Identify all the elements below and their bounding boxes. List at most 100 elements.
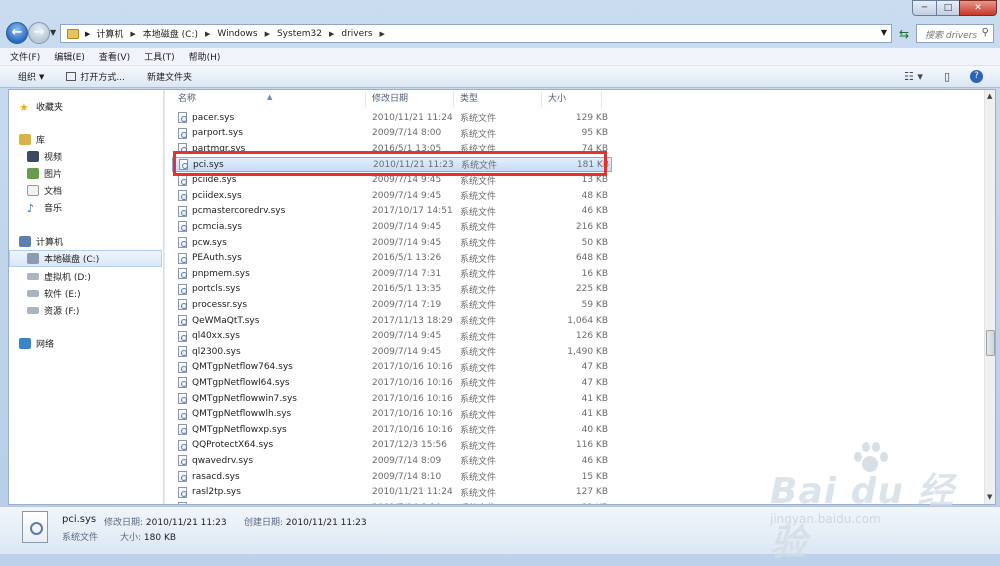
forward-button[interactable]: → (28, 22, 50, 44)
file-type: 系统文件 (460, 363, 497, 374)
chevron-right-icon[interactable]: ▶ (329, 30, 334, 38)
nav-network[interactable]: 网络 (19, 335, 54, 352)
column-size[interactable]: 大小 (542, 92, 602, 108)
file-size: 648 KB (575, 253, 608, 264)
nav-documents[interactable]: 文档 (27, 182, 62, 199)
view-options-icon[interactable]: ☷ ▾ (904, 70, 923, 83)
address-bar[interactable]: ▶ 计算机 ▶ 本地磁盘 (C:) ▶ Windows ▶ System32 ▶ drivers… (60, 24, 892, 43)
address-dropdown-icon[interactable]: ▼ (881, 28, 887, 37)
system-file-icon (178, 174, 187, 186)
nav-local-disk[interactable]: 本地磁盘 (C:) (9, 250, 162, 267)
nav-computer[interactable]: 计算机 (19, 233, 63, 250)
system-file-icon (178, 252, 187, 264)
file-row[interactable]: rasacd.sys 2009/7/14 8:10 系统文件 15 KB (172, 469, 612, 485)
chevron-right-icon[interactable]: ▶ (205, 30, 210, 38)
breadcrumb-item[interactable]: 计算机 (96, 27, 123, 40)
file-size: 59 KB (581, 299, 608, 310)
menu-item[interactable]: 帮助(H) (189, 50, 221, 63)
back-button[interactable]: ← (6, 22, 28, 44)
close-button[interactable]: ✕ (959, 0, 997, 16)
chevron-right-icon[interactable]: ▶ (380, 30, 385, 38)
open-with-button[interactable]: 打开方式... (66, 70, 125, 83)
nav-resources-drive[interactable]: 资源 (F:) (27, 302, 79, 319)
nav-software-drive[interactable]: 软件 (E:) (27, 285, 81, 302)
help-icon[interactable]: ? (970, 70, 983, 83)
scroll-down-icon[interactable]: ▼ (987, 493, 992, 501)
drive-icon (27, 307, 39, 314)
drive-icon (27, 273, 39, 280)
file-row[interactable]: raspppoe.sys 2009/7/14 8:10系统文件91 KB (172, 500, 612, 504)
file-row[interactable]: QMTgpNetflowl64.sys 2017/10/16 10:16 系统文件 4… (172, 375, 612, 391)
file-row[interactable]: pcmcia.sys 2009/7/14 9:45 系统文件 216 KB (172, 219, 612, 235)
file-row[interactable]: pacer.sys 2010/11/21 11:24 系统文件 129 KB (172, 110, 612, 126)
nav-video[interactable]: 视频 (27, 148, 62, 165)
breadcrumb-item[interactable]: System32 (277, 29, 322, 39)
file-row[interactable]: rasl2tp.sys 2010/11/21 11:24 系统文件 127 KB (172, 484, 612, 500)
breadcrumb-item[interactable]: Windows (217, 29, 257, 39)
chevron-right-icon[interactable]: ▶ (265, 30, 270, 38)
search-input[interactable]: 搜索 drivers ⚲ (916, 24, 994, 43)
organize-button[interactable]: 组织 ▼ (18, 70, 44, 84)
minimize-button[interactable]: ─ (912, 0, 937, 16)
menu-item[interactable]: 工具(T) (144, 50, 175, 63)
file-date: 2017/10/17 14:51 (372, 206, 453, 217)
file-size: 216 KB (575, 221, 608, 232)
file-row[interactable]: qwavedrv.sys 2009/7/14 8:09 系统文件 46 KB (172, 453, 612, 469)
history-dropdown-icon[interactable]: ▼ (50, 28, 56, 37)
menu-item[interactable]: 编辑(E) (54, 50, 85, 63)
chevron-right-icon[interactable]: ▶ (130, 30, 135, 38)
file-row[interactable]: ql2300.sys 2009/7/14 9:45 系统文件 1,490 KB (172, 344, 612, 360)
file-name: pnpmem.sys (192, 268, 250, 279)
file-name-cell: rasl2tp.sys (172, 486, 372, 498)
menu-item[interactable]: 查看(V) (99, 50, 130, 63)
nav-pictures[interactable]: 图片 (27, 165, 62, 182)
file-row[interactable]: pcw.sys 2009/7/14 9:45 系统文件 50 KB (172, 235, 612, 251)
column-name[interactable]: ▲ 名称 (172, 92, 366, 108)
file-row[interactable]: parport.sys 2009/7/14 8:00 系统文件 95 KB (172, 126, 612, 142)
nav-music[interactable]: ♪ 音乐 (27, 199, 62, 216)
vertical-scrollbar[interactable]: ▲ ▼ (984, 90, 995, 504)
nav-label: 虚拟机 (D:) (44, 273, 91, 283)
file-row[interactable]: processr.sys 2009/7/14 7:19 系统文件 59 KB (172, 297, 612, 313)
file-row[interactable]: QMTgpNetflow764.sys 2017/10/16 10:16 系统文件 4… (172, 360, 612, 376)
pane-splitter[interactable] (164, 90, 165, 504)
file-size: 46 KB (581, 455, 608, 466)
file-type: 系统文件 (460, 207, 497, 218)
maximize-button[interactable]: □ (936, 0, 960, 16)
navigation-pane: ★ 收藏夹 库 视频 图片 文档 ♪ 音乐 计算机 本地磁盘 (C:) 虚拟机 (D… (9, 90, 164, 504)
file-row[interactable]: QMTgpNetflowwlh.sys 2017/10/16 10:16 系统文件 4… (172, 406, 612, 422)
file-name-cell: parport.sys (172, 127, 372, 139)
nav-library[interactable]: 库 (19, 131, 45, 148)
menu-item[interactable]: 文件(F) (10, 50, 40, 63)
new-folder-button[interactable]: 新建文件夹 (147, 70, 192, 83)
column-type[interactable]: 类型 (454, 92, 542, 108)
file-row[interactable]: QMTgpNetflowxp.sys 2017/10/16 10:16 系统文件 40… (172, 422, 612, 438)
chevron-right-icon[interactable]: ▶ (85, 30, 90, 38)
breadcrumb-item[interactable]: drivers (341, 29, 372, 39)
music-icon: ♪ (27, 202, 35, 215)
refresh-button[interactable]: ⇆ (894, 24, 914, 43)
file-row[interactable]: PEAuth.sys 2016/5/1 13:26 系统文件 648 KB (172, 250, 612, 266)
system-file-icon (178, 346, 187, 358)
file-type: 系统文件 (460, 379, 497, 390)
nav-favorites[interactable]: ★ 收藏夹 (19, 98, 63, 115)
file-row[interactable]: pnpmem.sys 2009/7/14 7:31 系统文件 16 KB (172, 266, 612, 282)
breadcrumb-item[interactable]: 本地磁盘 (C:) (143, 27, 198, 40)
library-icon (19, 134, 31, 145)
column-modified[interactable]: 修改日期 (366, 92, 454, 108)
file-row[interactable]: QMTgpNetflowwin7.sys 2017/10/16 10:16 系统文件… (172, 391, 612, 407)
file-row[interactable]: portcls.sys 2016/5/1 13:35 系统文件 225 KB (172, 282, 612, 298)
nav-virtual-drive[interactable]: 虚拟机 (D:) (27, 268, 91, 285)
file-size: 41 KB (581, 409, 608, 420)
file-row[interactable]: QQProtectX64.sys 2017/12/3 15:56 系统文件 116 K… (172, 438, 612, 454)
file-row[interactable]: pciidex.sys 2009/7/14 9:45 系统文件 48 KB (172, 188, 612, 204)
document-icon (27, 185, 39, 196)
picture-icon (27, 168, 39, 179)
scroll-up-icon[interactable]: ▲ (987, 92, 992, 100)
system-file-icon (178, 330, 187, 342)
file-row[interactable]: QeWMaQtT.sys 2017/11/13 18:29 系统文件 1,064 KB (172, 313, 612, 329)
scroll-thumb[interactable] (986, 330, 995, 356)
file-row[interactable]: ql40xx.sys 2009/7/14 9:45 系统文件 126 KB (172, 328, 612, 344)
file-row[interactable]: pcmastercoredrv.sys 2017/10/17 14:51 系统文件 4… (172, 204, 612, 220)
preview-pane-icon[interactable]: ▯ (944, 70, 950, 83)
